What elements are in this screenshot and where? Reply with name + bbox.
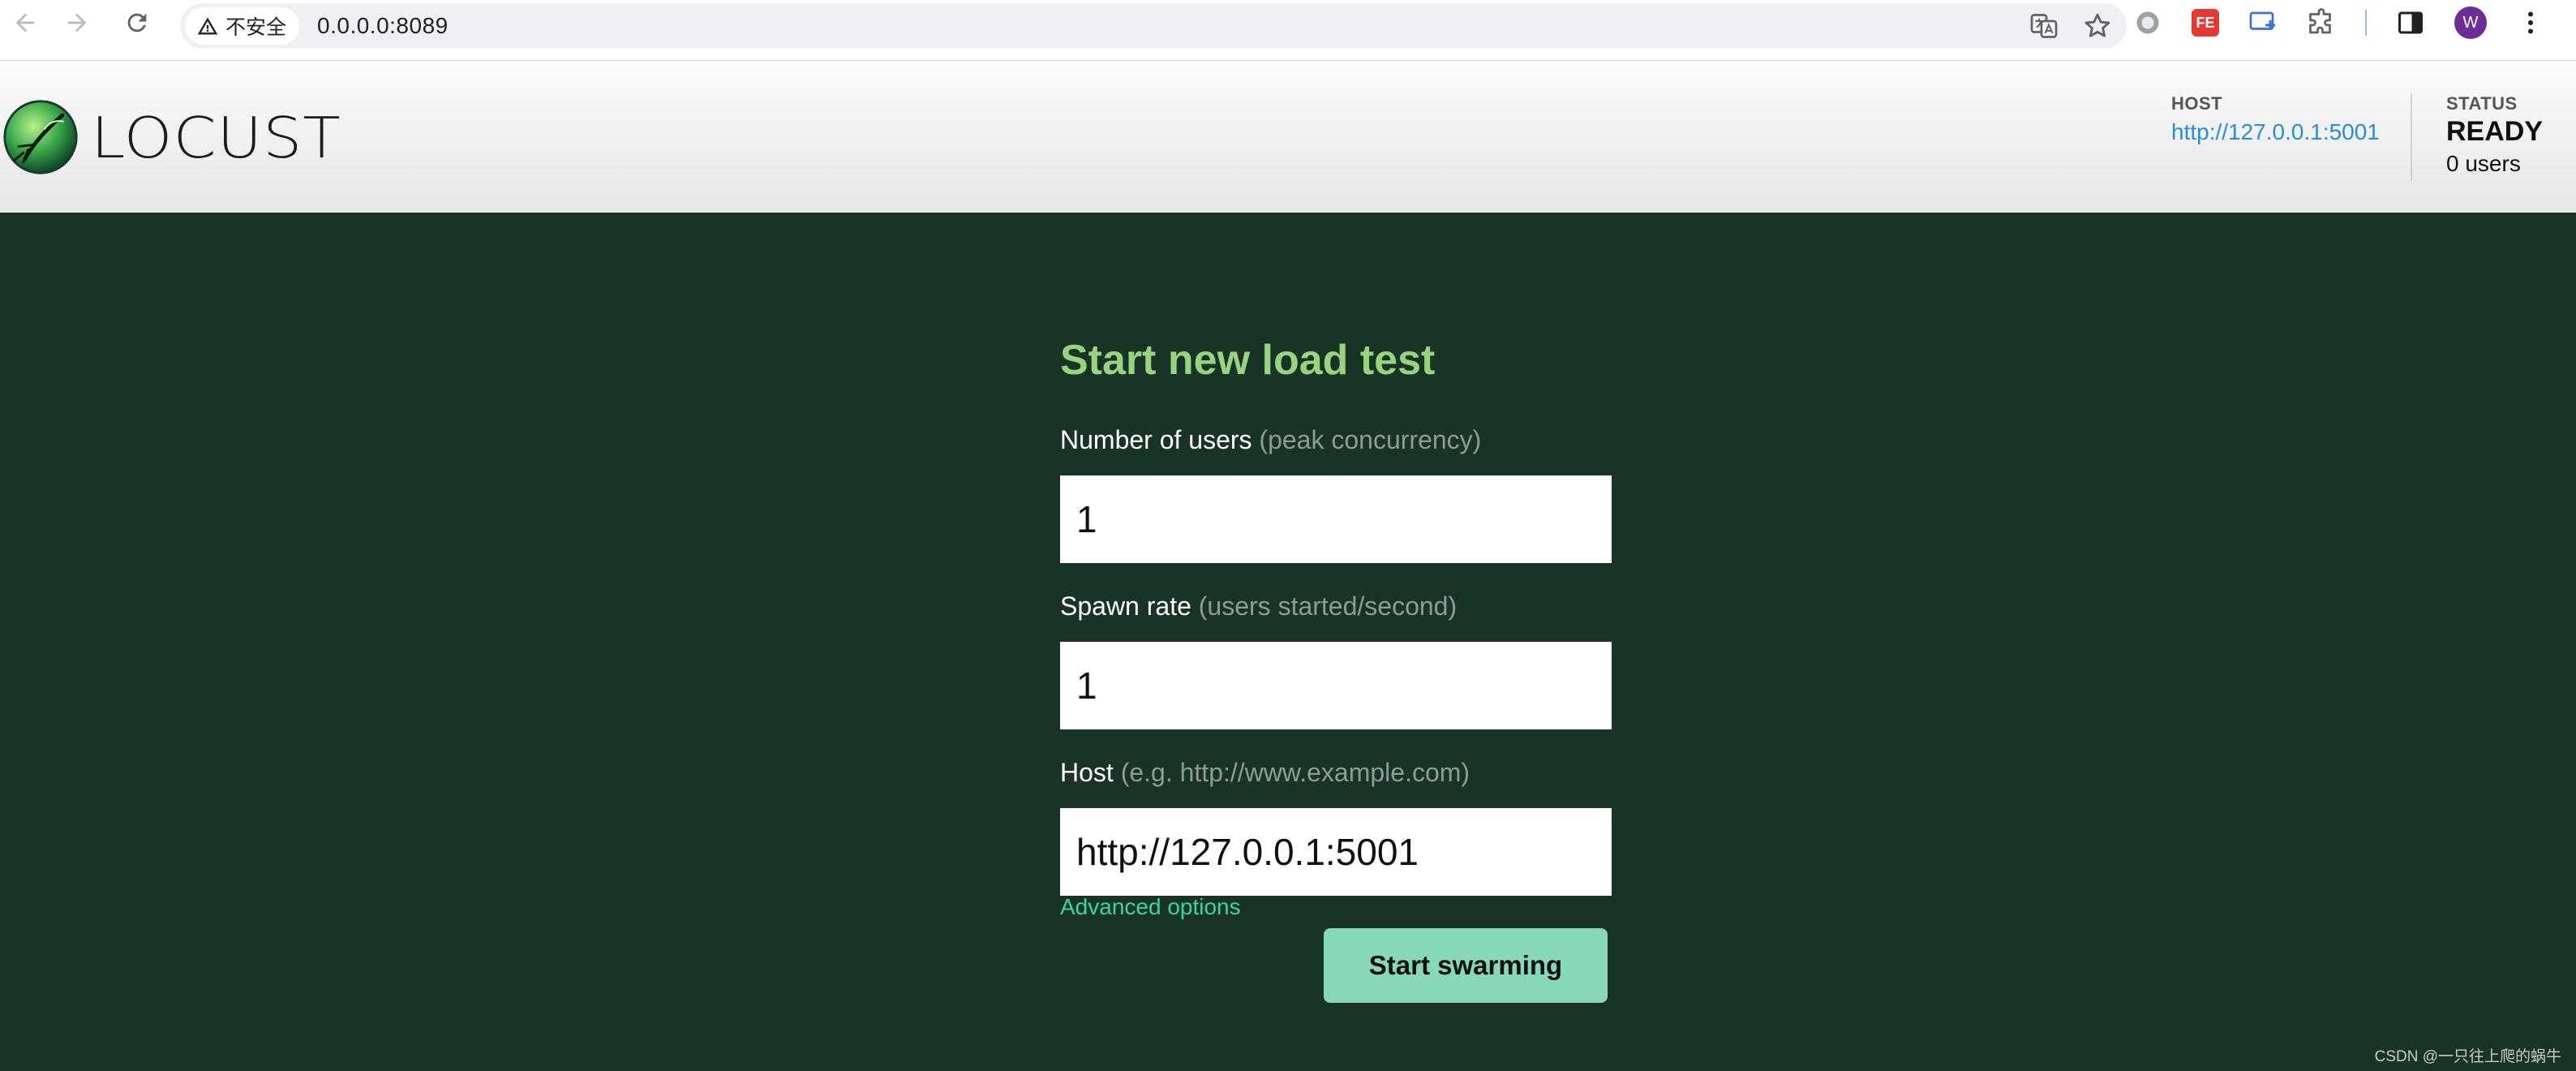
users-label: Number of users bbox=[1060, 425, 1252, 454]
address-bar[interactable]: 不安全 0.0.0.0:8089 bbox=[180, 3, 2127, 49]
status-label: STATUS bbox=[2446, 93, 2518, 114]
profile-avatar[interactable]: W bbox=[2454, 6, 2487, 39]
forward-button[interactable] bbox=[52, 0, 102, 45]
star-icon[interactable] bbox=[2083, 11, 2112, 41]
users-field-label: Number of users (peak concurrency) bbox=[1060, 425, 1481, 455]
reload-icon bbox=[127, 13, 147, 32]
start-test-form: Start new load test Number of users (pea… bbox=[1060, 336, 1612, 1003]
spawn-label: Spawn rate bbox=[1060, 591, 1191, 621]
spawn-hint: (users started/second) bbox=[1198, 591, 1458, 621]
security-indicator[interactable]: 不安全 bbox=[185, 7, 300, 45]
users-count: 0 users bbox=[2446, 151, 2521, 176]
users-hint: (peak concurrency) bbox=[1259, 425, 1482, 454]
fe-extension-icon[interactable]: FE bbox=[2192, 9, 2219, 37]
header-status: STATUS READY 0 users bbox=[2446, 93, 2543, 177]
kebab-menu-icon[interactable] bbox=[2516, 8, 2545, 37]
status-value: READY bbox=[2446, 116, 2544, 147]
record-extension-icon[interactable] bbox=[2133, 8, 2162, 37]
screenshot-extension-icon[interactable] bbox=[2248, 8, 2278, 37]
back-button[interactable] bbox=[0, 0, 50, 45]
url-text[interactable]: 0.0.0.0:8089 bbox=[317, 13, 449, 39]
locust-logo-icon bbox=[3, 100, 78, 174]
spawn-rate-input[interactable] bbox=[1060, 642, 1612, 729]
security-label: 不安全 bbox=[225, 16, 287, 39]
back-arrow-icon bbox=[15, 13, 35, 32]
host-link[interactable]: http://127.0.0.1:5001 bbox=[2171, 119, 2380, 145]
warning-icon bbox=[197, 17, 218, 35]
toolbar-separator bbox=[2365, 10, 2367, 36]
host-input[interactable] bbox=[1060, 808, 1612, 896]
app-header: LOCUST HOST http://127.0.0.1:5001 STATUS… bbox=[0, 60, 2576, 213]
form-title: Start new load test bbox=[1060, 337, 1436, 384]
header-host: HOST http://127.0.0.1:5001 bbox=[2171, 93, 2380, 145]
logo-text: LOCUST bbox=[91, 104, 341, 170]
start-swarming-button[interactable]: Start swarming bbox=[1324, 928, 1608, 1003]
users-input[interactable] bbox=[1060, 475, 1612, 563]
translate-icon[interactable] bbox=[2029, 11, 2059, 41]
watermark: CSDN @一只往上爬的蜗牛 bbox=[2374, 1048, 2561, 1065]
locust-logo[interactable]: LOCUST bbox=[2, 98, 341, 176]
spawn-field-label: Spawn rate (users started/second) bbox=[1060, 591, 1457, 622]
forward-arrow-icon bbox=[67, 13, 87, 32]
host-label: HOST bbox=[2171, 93, 2223, 114]
puzzle-icon[interactable] bbox=[2307, 8, 2336, 37]
side-panel-icon[interactable] bbox=[2396, 8, 2425, 37]
header-divider bbox=[2411, 93, 2412, 181]
host-label-text: Host bbox=[1060, 758, 1114, 787]
host-field-label: Host (e.g. http://www.example.com) bbox=[1060, 758, 1470, 788]
advanced-options-link[interactable]: Advanced options bbox=[1060, 894, 1241, 920]
host-hint: (e.g. http://www.example.com) bbox=[1120, 758, 1470, 787]
browser-toolbar: 不安全 0.0.0.0:8089 FE W bbox=[0, 0, 2576, 60]
reload-button[interactable] bbox=[112, 0, 162, 45]
